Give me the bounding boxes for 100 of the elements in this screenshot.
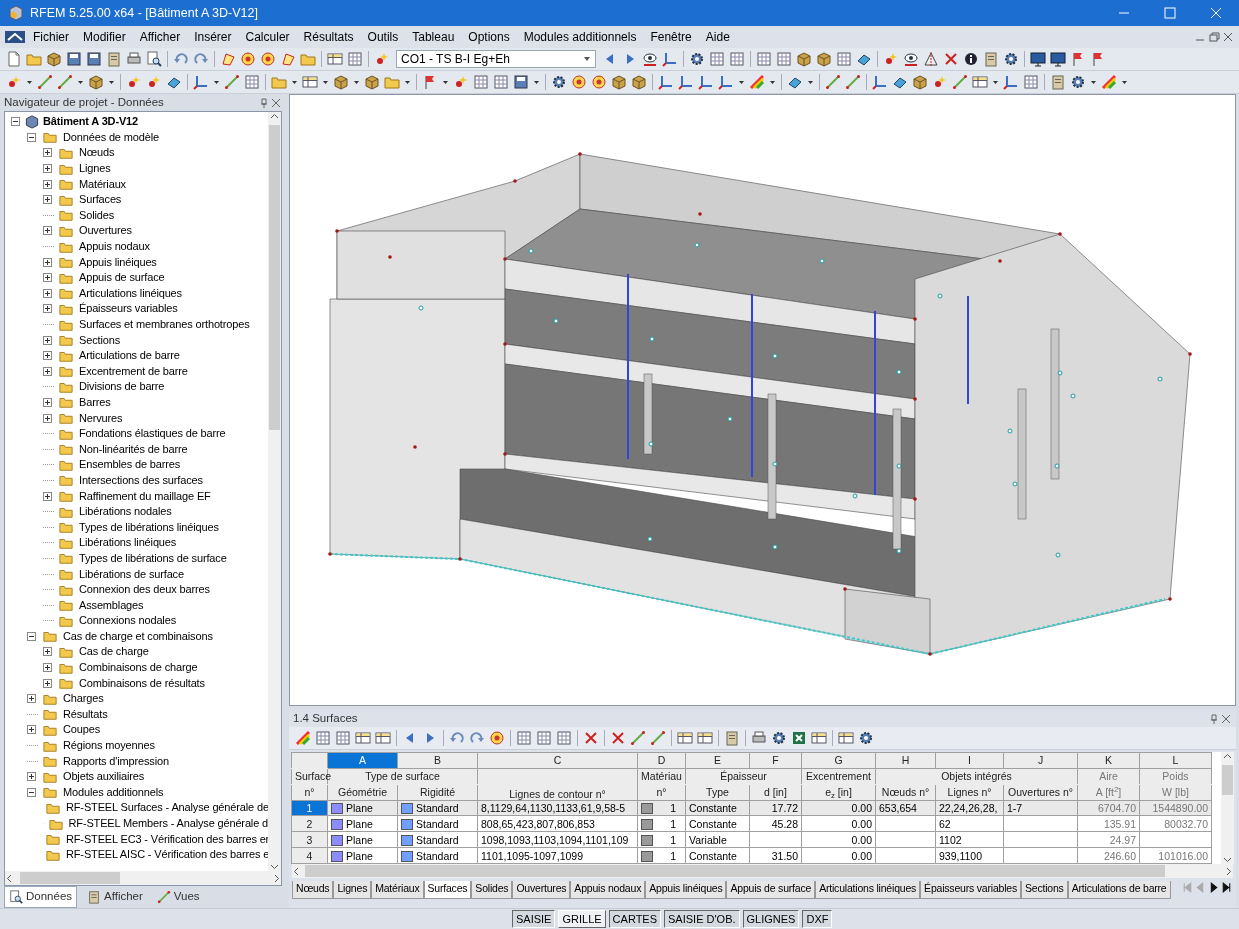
collapse-icon[interactable]	[11, 117, 20, 127]
table-cell[interactable]: 1101,1095-1097,1099	[477, 847, 638, 864]
grid-icon[interactable]	[516, 730, 532, 746]
sheet-tab[interactable]: Sections	[1021, 881, 1068, 899]
table-icon[interactable]	[355, 730, 371, 746]
printer-icon[interactable]	[126, 51, 142, 67]
table-icon[interactable]	[375, 730, 391, 746]
expand-icon[interactable]	[43, 678, 52, 688]
expand-icon[interactable]	[43, 148, 52, 158]
monitor-icon[interactable]	[1030, 51, 1046, 67]
sheet-tab[interactable]: Nœuds	[292, 881, 334, 899]
panel-tab[interactable]: Afficher	[83, 887, 147, 907]
status-toggle[interactable]: DXF	[802, 910, 833, 928]
column-letter[interactable]: I	[935, 752, 1004, 769]
expand-icon[interactable]	[43, 398, 52, 407]
grid-icon[interactable]	[315, 730, 331, 746]
column-letter[interactable]: B	[397, 752, 478, 769]
sheet-tab[interactable]: Matériaux	[371, 881, 424, 899]
line-icon[interactable]	[952, 74, 968, 90]
close-icon[interactable]	[1221, 30, 1235, 44]
tree-item[interactable]: Combinaisons de charge	[76, 660, 198, 676]
table-cell[interactable]: Plane	[327, 831, 398, 848]
expand-icon[interactable]	[43, 195, 52, 205]
axis-icon[interactable]	[662, 51, 678, 67]
gear-icon[interactable]	[1003, 51, 1019, 67]
axis-icon[interactable]	[718, 74, 734, 90]
table-cell[interactable]: 1	[637, 815, 686, 832]
eye-icon[interactable]	[642, 51, 658, 67]
node-icon[interactable]	[453, 74, 469, 90]
color-scale-icon[interactable]	[1101, 74, 1117, 90]
table-cell[interactable]: 1	[637, 831, 686, 848]
column-letter[interactable]: H	[875, 752, 936, 769]
pin-icon[interactable]	[1208, 712, 1220, 725]
sheet-tab[interactable]: Lignes	[333, 881, 372, 899]
table-icon[interactable]	[677, 730, 693, 746]
menu-item[interactable]: Calculer	[238, 26, 297, 48]
cross-icon[interactable]	[610, 730, 626, 746]
grid-icon[interactable]	[756, 51, 772, 67]
line-icon[interactable]	[845, 74, 861, 90]
sheet-tab[interactable]: Surfaces	[423, 881, 472, 899]
tree-item[interactable]: Ensembles de barres	[76, 457, 181, 473]
grid-icon[interactable]	[536, 730, 552, 746]
grid-icon[interactable]	[556, 730, 572, 746]
collapse-icon[interactable]	[27, 787, 36, 797]
sheet-tab[interactable]: Appuis linéiques	[645, 881, 727, 899]
tree-item[interactable]: Résultats	[60, 706, 108, 722]
expand-icon[interactable]	[43, 413, 52, 423]
tree-item[interactable]: RF-STEEL Members - Analyse générale d	[65, 816, 268, 831]
column-letter[interactable]: K	[1077, 752, 1140, 769]
tree-item[interactable]: Intersections des surfaces	[76, 472, 203, 488]
line-icon[interactable]	[224, 74, 240, 90]
sheet-tab[interactable]: Ouvertures	[512, 881, 571, 899]
scrollbar[interactable]	[268, 112, 281, 871]
menu-item[interactable]: Modifier	[76, 26, 133, 48]
menu-item[interactable]: Afficher	[132, 26, 188, 48]
gear-icon[interactable]	[771, 730, 787, 746]
table-cell[interactable]: Variable	[685, 831, 750, 848]
table-cell[interactable]: 31.50	[749, 847, 802, 864]
pin-icon[interactable]	[258, 96, 270, 109]
right-chevron-icon[interactable]	[1224, 866, 1233, 876]
node-icon[interactable]	[146, 74, 162, 90]
node-icon[interactable]	[6, 74, 22, 90]
tree-item[interactable]: Lignes	[76, 161, 111, 177]
table-icon[interactable]	[302, 74, 318, 90]
table-cell[interactable]: 939,1100	[935, 847, 1004, 864]
column-letter[interactable]: L	[1139, 752, 1212, 769]
tree-item[interactable]: Cas de charge	[76, 644, 149, 660]
color-scale-icon[interactable]	[749, 74, 765, 90]
column-letter[interactable]: D	[637, 752, 686, 769]
cube-icon[interactable]	[46, 51, 62, 67]
cube-icon[interactable]	[796, 51, 812, 67]
app-icon[interactable]	[4, 29, 26, 45]
last-page-icon[interactable]	[1220, 881, 1233, 894]
table-cell[interactable]: 1098,1093,1103,1094,1101,109	[477, 831, 638, 848]
table-icon[interactable]	[327, 51, 343, 67]
expand-icon[interactable]	[43, 226, 52, 236]
sheet-tab[interactable]: Articulations de barre	[1067, 881, 1171, 899]
expand-icon[interactable]	[43, 647, 52, 657]
folder-icon[interactable]	[26, 51, 42, 67]
cube-icon[interactable]	[333, 74, 349, 90]
table-cell[interactable]: Standard	[397, 815, 478, 832]
target-icon[interactable]	[240, 51, 256, 67]
tree-item[interactable]: Excentrement de barre	[76, 363, 188, 379]
tree-item[interactable]: Connexions nodales	[76, 613, 176, 629]
target-icon[interactable]	[591, 74, 607, 90]
table-cell[interactable]: 80032.70	[1139, 815, 1212, 832]
target-icon[interactable]	[489, 730, 505, 746]
collapse-icon[interactable]	[27, 132, 36, 142]
line-icon[interactable]	[57, 74, 73, 90]
table-cell[interactable]: 1	[637, 847, 686, 864]
menu-item[interactable]: Aide	[698, 26, 737, 48]
node-icon[interactable]	[883, 51, 899, 67]
color-scale-icon[interactable]	[295, 730, 311, 746]
spreadsheet-icon[interactable]	[791, 730, 807, 746]
expand-icon[interactable]	[43, 366, 52, 376]
table-cell[interactable]: Standard	[397, 831, 478, 848]
3d-viewport[interactable]	[289, 94, 1236, 706]
tree-item[interactable]: Coupes	[60, 722, 100, 738]
menu-item[interactable]: Tableau	[405, 26, 462, 48]
column-letter[interactable]: A	[327, 752, 398, 769]
